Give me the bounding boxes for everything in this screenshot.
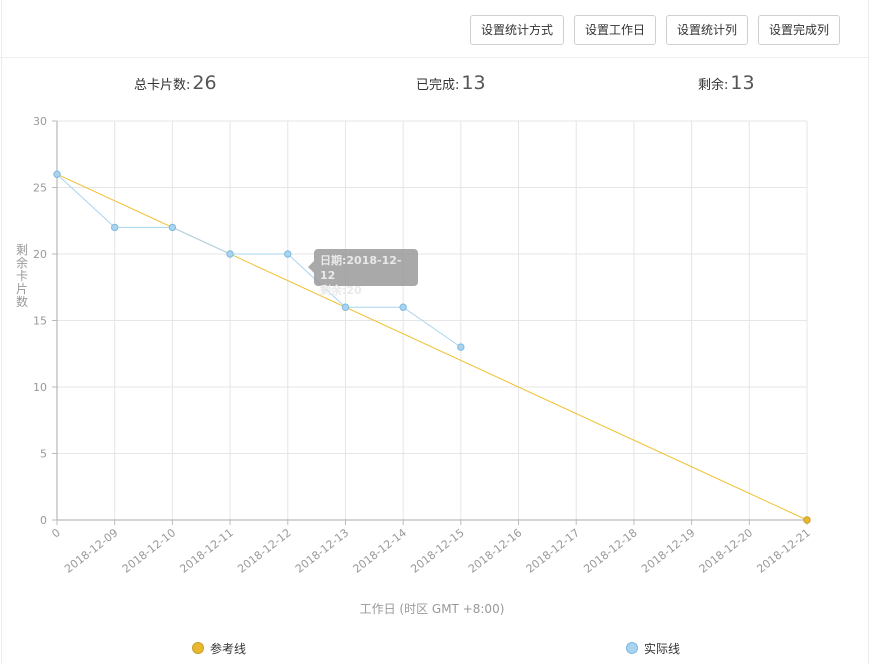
legend-item-actual[interactable]: 实际线: [626, 639, 680, 657]
y-axis-title: 剩余卡片数: [16, 243, 28, 309]
x-tick-label-9: 2018-12-17: [524, 526, 582, 576]
x-axis-ticks: 0 2018-12-09 2018-12-10 2018-12-11 2018-12-1…: [49, 520, 813, 576]
legend-swatch-reference: [192, 642, 204, 654]
y-axis-ticks: 0 5 10 15 20 25 30: [33, 115, 57, 527]
tooltip-remaining: 剩余:20: [320, 284, 362, 297]
series-layer: [53, 170, 811, 524]
x-tick-label-4: 2018-12-12: [235, 526, 293, 576]
data-point-actual-6: [399, 303, 407, 311]
y-tick-label-30: 30: [33, 115, 47, 128]
y-tick-label-0: 0: [40, 514, 47, 527]
data-point-actual-1: [110, 223, 119, 232]
chart-grid: [57, 120, 808, 520]
tooltip-date: 日期:2018-12-12: [320, 254, 402, 282]
legend-item-reference[interactable]: 参考线: [192, 639, 246, 657]
x-tick-label-13: 2018-12-21: [754, 526, 812, 576]
x-tick-label-8: 2018-12-16: [466, 526, 524, 576]
data-point-actual-0: [53, 170, 61, 178]
y-tick-label-20: 20: [33, 248, 47, 261]
data-tooltip: 日期:2018-12-12 剩余:20: [308, 249, 418, 297]
x-tick-label-6: 2018-12-14: [351, 526, 409, 576]
x-tick-label-3: 2018-12-11: [178, 526, 236, 576]
data-point-actual-4: [284, 250, 292, 258]
data-point-actual-5: [341, 303, 350, 311]
y-tick-label-10: 10: [33, 381, 47, 394]
x-tick-label-0: 0: [49, 526, 63, 541]
data-point-reference-13: [803, 516, 811, 524]
x-tick-label-12: 2018-12-20: [697, 526, 755, 576]
data-point-actual-2: [168, 223, 177, 232]
data-point-actual-3: [226, 250, 234, 258]
legend-label-actual: 实际线: [644, 641, 681, 656]
x-tick-label-5: 2018-12-13: [293, 526, 351, 576]
x-axis-title: 工作日 (时区 GMT +8:00): [360, 602, 505, 616]
x-tick-label-11: 2018-12-19: [639, 526, 697, 576]
y-tick-label-5: 5: [40, 448, 47, 461]
x-tick-label-10: 2018-12-18: [581, 526, 639, 576]
x-tick-label-1: 2018-12-09: [62, 526, 120, 576]
data-point-actual-7: [457, 343, 465, 351]
x-tick-label-2: 2018-12-10: [120, 526, 178, 576]
legend-swatch-actual: [626, 642, 638, 654]
legend-label-reference: 参考线: [210, 641, 247, 656]
burndown-chart: 051015202530 0 2018-12-09 2018-12-10 2018-1…: [16, 115, 813, 616]
x-tick-label-7: 2018-12-15: [408, 526, 466, 576]
y-tick-label-15: 15: [33, 315, 47, 328]
y-tick-label-25: 25: [33, 182, 47, 195]
